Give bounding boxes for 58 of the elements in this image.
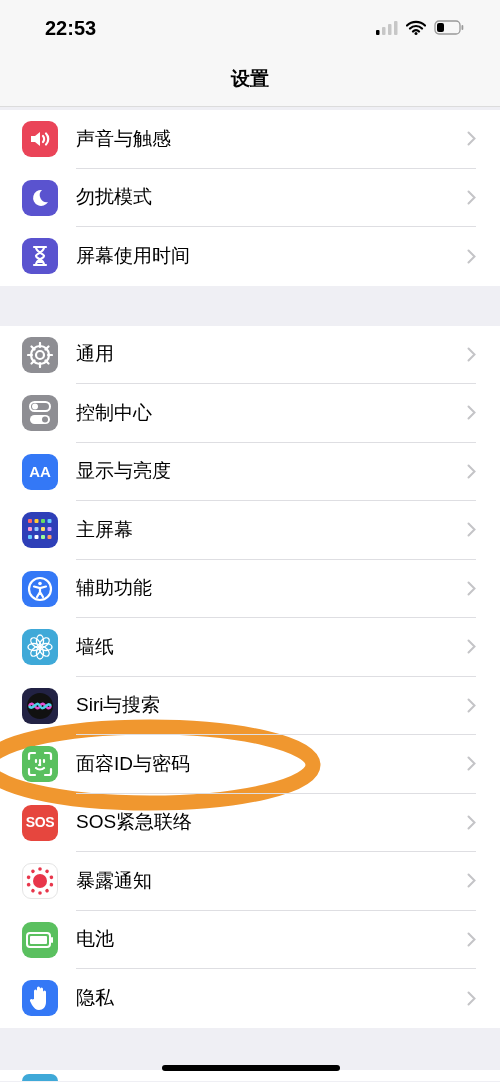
- settings-row[interactable]: 主屏幕: [0, 501, 500, 560]
- settings-row[interactable]: AA 显示与亮度: [0, 442, 500, 501]
- chevron-icon: [467, 756, 476, 772]
- settings-row[interactable]: 声音与触感: [0, 110, 500, 169]
- chevron-icon: [467, 931, 476, 947]
- icon-label: AA: [29, 461, 51, 482]
- settings-row[interactable]: SOS SOS紧急联络: [0, 793, 500, 852]
- app-icon: [22, 1073, 58, 1081]
- moon-icon: [30, 187, 50, 208]
- settings-row[interactable]: 面容ID与密码: [0, 735, 500, 794]
- speaker-icon: [29, 130, 51, 149]
- chevron-icon: [467, 405, 476, 421]
- chevron-icon: [467, 580, 476, 596]
- row-label: 控制中心: [76, 400, 153, 425]
- row-label: 面容ID与密码: [76, 751, 191, 776]
- row-label: 通用: [76, 342, 115, 366]
- wifi-icon: [406, 20, 426, 35]
- chevron-icon: [467, 990, 476, 1006]
- chevron-icon: [467, 463, 476, 479]
- battery-status-icon: [434, 20, 464, 35]
- chevron-icon: [467, 697, 476, 713]
- row-label: 辅助功能: [76, 576, 153, 600]
- toggles-icon: [29, 401, 51, 426]
- settings-row[interactable]: 勿扰模式: [0, 168, 500, 227]
- chevron-icon: [467, 248, 476, 264]
- settings-row[interactable]: 辅助功能: [0, 559, 500, 618]
- chevron-icon: [467, 346, 476, 362]
- row-label: 勿扰模式: [76, 185, 153, 209]
- row-label: 暴露通知: [76, 868, 153, 893]
- settings-row[interactable]: 屏幕使用时间: [0, 227, 500, 286]
- chevron-icon: [467, 522, 476, 538]
- chevron-icon: [467, 873, 476, 889]
- settings-row[interactable]: 电池: [0, 910, 500, 969]
- chevron-icon: [467, 131, 476, 147]
- row-label: Siri与搜索: [76, 693, 162, 717]
- row-label: 电池: [76, 927, 115, 951]
- settings-row[interactable]: Siri与搜索: [0, 676, 500, 735]
- settings-row[interactable]: 隐私: [0, 969, 500, 1028]
- icon-label: SOS: [25, 813, 55, 833]
- status-time: 22:53: [45, 15, 97, 41]
- battery-icon: [26, 931, 54, 948]
- row-label: 屏幕使用时间: [76, 244, 191, 268]
- settings-row[interactable]: 暴露通知: [0, 852, 500, 911]
- signal-icon: [376, 20, 398, 35]
- nav-title: 设置: [231, 67, 269, 92]
- chevron-icon: [467, 189, 476, 205]
- row-label: 显示与亮度: [76, 459, 172, 483]
- chevron-icon: [467, 814, 476, 830]
- settings-row[interactable]: 控制中心: [0, 384, 500, 443]
- row-label: 隐私: [76, 986, 115, 1010]
- row-label: SOS紧急联络: [76, 810, 194, 834]
- row-label: 主屏幕: [76, 517, 134, 542]
- settings-row[interactable]: 通用: [0, 325, 500, 384]
- hourglass-icon: [32, 245, 48, 268]
- row-label: 声音与触感: [76, 126, 172, 151]
- row-label: 墙纸: [76, 634, 115, 659]
- settings-row[interactable]: 墙纸: [0, 618, 500, 677]
- chevron-icon: [467, 639, 476, 655]
